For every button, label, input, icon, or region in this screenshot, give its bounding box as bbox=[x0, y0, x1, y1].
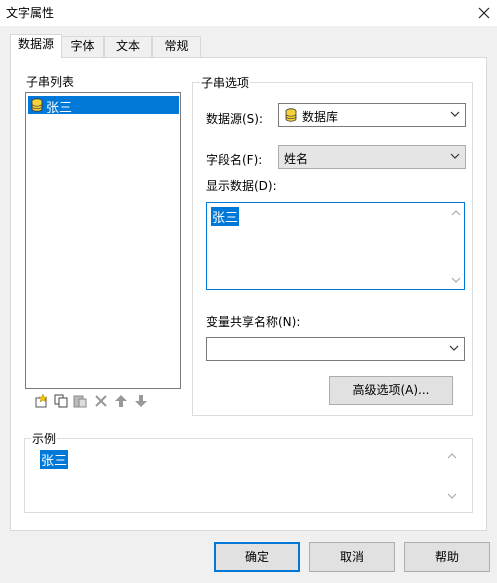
chevron-down-icon bbox=[450, 153, 460, 159]
example-group bbox=[24, 438, 473, 513]
tab-general[interactable]: 常规 bbox=[152, 36, 201, 57]
move-down-icon[interactable] bbox=[133, 393, 149, 409]
chevron-down-icon bbox=[449, 345, 459, 351]
list-item[interactable]: 张三 bbox=[28, 96, 179, 116]
display-data-value: 张三 bbox=[211, 207, 240, 226]
field-combo[interactable]: 姓名 bbox=[278, 145, 466, 169]
datasource-value: 数据库 bbox=[302, 110, 339, 124]
share-name-label: 变量共享名称(N): bbox=[206, 315, 301, 329]
scroll-down-icon[interactable] bbox=[447, 492, 457, 500]
database-icon bbox=[285, 108, 297, 122]
ok-button[interactable]: 确定 bbox=[214, 542, 300, 572]
help-button[interactable]: 帮助 bbox=[404, 542, 490, 572]
close-button[interactable] bbox=[470, 0, 497, 26]
example-value: 张三 bbox=[40, 450, 69, 469]
title-bar bbox=[0, 0, 497, 26]
substring-list-label: 子串列表 bbox=[26, 75, 75, 89]
cancel-button[interactable]: 取消 bbox=[309, 542, 395, 572]
list-item-label: 张三 bbox=[46, 101, 73, 116]
share-name-combo[interactable] bbox=[206, 337, 465, 361]
field-value: 姓名 bbox=[284, 152, 309, 166]
delete-icon[interactable] bbox=[93, 393, 109, 409]
scroll-down-icon[interactable] bbox=[451, 276, 461, 284]
tab-text[interactable]: 文本 bbox=[104, 36, 152, 57]
chevron-down-icon bbox=[450, 111, 460, 117]
tab-datasource[interactable]: 数据源 bbox=[10, 34, 62, 58]
move-up-icon[interactable] bbox=[113, 393, 129, 409]
scroll-up-icon[interactable] bbox=[447, 452, 457, 460]
example-label: 示例 bbox=[31, 430, 58, 447]
copy-icon[interactable] bbox=[53, 393, 69, 409]
display-data-label: 显示数据(D): bbox=[206, 179, 277, 193]
datasource-combo[interactable]: 数据库 bbox=[278, 103, 466, 127]
close-icon bbox=[478, 7, 489, 19]
new-icon[interactable] bbox=[33, 393, 49, 409]
substring-options-label: 子串选项 bbox=[200, 74, 251, 91]
window-title: 文字属性 bbox=[6, 6, 55, 20]
paste-icon[interactable] bbox=[72, 393, 88, 409]
field-label: 字段名(F): bbox=[206, 153, 263, 167]
display-data-textarea[interactable]: 张三 bbox=[206, 202, 465, 290]
substring-listbox[interactable]: 张三 bbox=[25, 92, 181, 389]
tab-font[interactable]: 字体 bbox=[61, 36, 104, 57]
advanced-options-button[interactable]: 高级选项(A)... bbox=[329, 376, 453, 405]
scroll-up-icon[interactable] bbox=[451, 209, 461, 217]
datasource-label: 数据源(S): bbox=[206, 112, 264, 126]
database-icon bbox=[31, 98, 43, 112]
